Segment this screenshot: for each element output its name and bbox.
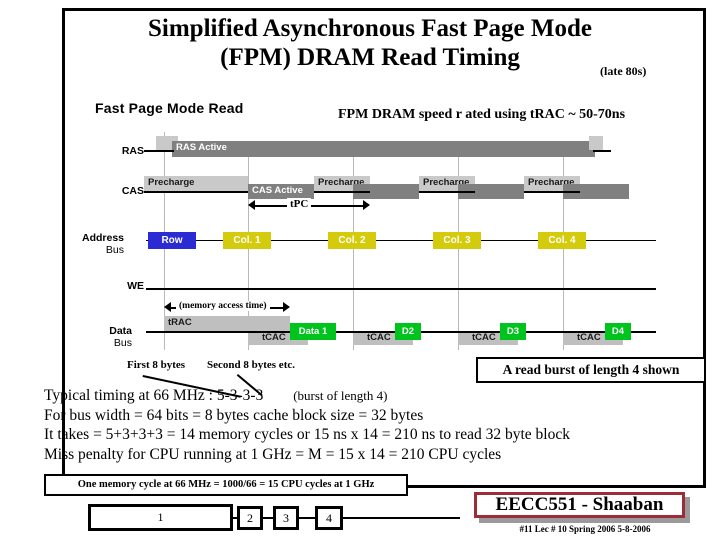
ras-signal-line — [144, 150, 174, 152]
slide-page: Simplified Asynchronous Fast Page Mode (… — [0, 0, 720, 540]
read-burst-callout: A read burst of length 4 shown — [476, 357, 706, 383]
annotation-first-8-bytes: First 8 bytes — [127, 359, 186, 371]
ras-end-step — [589, 136, 603, 150]
cas-signal-line-2 — [314, 191, 370, 193]
ras-signal-line-end — [593, 150, 611, 152]
trac-bar: tRAC — [164, 316, 290, 332]
memory-access-time-label: (memory access time) — [176, 301, 270, 311]
row-label-text: Address — [81, 232, 124, 244]
cas-signal-line — [144, 191, 248, 193]
title-line-2: (FPM) DRAM Read Timing — [220, 44, 520, 71]
cas-signal-line-4 — [524, 191, 580, 193]
row-label-we: WE — [82, 280, 144, 292]
row-label-text: RAS — [121, 145, 144, 157]
body-line-1-main: Typical timing at 66 MHz : 5-3-3-3 — [44, 387, 264, 404]
body-line-1: Typical timing at 66 MHz : 5-3-3-3 (burs… — [44, 386, 704, 406]
body-line-3: It takes = 5+3+3+3 = 14 memory cycles or… — [44, 426, 570, 443]
address-box-col2: Col. 2 — [328, 232, 376, 249]
arrow-head-right — [363, 200, 370, 210]
data-box-4: D4 — [605, 323, 631, 340]
speed-note: FPM DRAM speed r ated using tRAC ~ 50-70… — [338, 107, 626, 122]
row-label-ras: RAS — [82, 145, 144, 157]
timing-diagram: RAS RAS Active CAS Precharge CAS Active … — [62, 128, 706, 360]
body-line-4: Miss penalty for CPU running at 1 GHz = … — [44, 445, 502, 463]
body-text: Typical timing at 66 MHz : 5-3-3-3 (burs… — [44, 386, 704, 464]
signature-text: EECC551 - Shaaban — [474, 492, 685, 518]
cas-signal-line-3 — [419, 191, 475, 193]
diagram-heading: Fast Page Mode Read — [95, 100, 244, 116]
address-box-col4: Col. 4 — [538, 232, 586, 249]
row-label-text: Data — [109, 325, 132, 337]
nav-box-4[interactable]: 4 — [315, 506, 343, 530]
page-title: Simplified Asynchronous Fast Page Mode (… — [70, 14, 670, 72]
row-label-text-2: Bus — [113, 337, 132, 349]
nav-box-2[interactable]: 2 — [237, 506, 263, 530]
body-line-2: For bus width = 64 bits = 8 bytes cache … — [44, 406, 424, 424]
address-box-row: Row — [148, 232, 196, 249]
slide-footer: #11 Lec # 10 Spring 2006 5-8-2006 — [519, 524, 651, 534]
row-label-address-bus: Address Bus — [62, 232, 124, 256]
data-box-2: D2 — [395, 323, 421, 340]
data-box-3: D3 — [500, 323, 526, 340]
ras-active-bar: RAS Active — [172, 141, 595, 157]
cas-precharge-bar-1: Precharge — [144, 176, 248, 191]
row-label-text: CAS — [121, 185, 144, 197]
body-line-1-note: (burst of length 4) — [293, 388, 388, 403]
nav-box-1[interactable]: 1 — [88, 504, 233, 531]
address-box-col3: Col. 3 — [433, 232, 481, 249]
row-label-text-2: Bus — [105, 244, 124, 256]
signature-badge: EECC551 - Shaaban — [474, 492, 690, 523]
title-note: (late 80s) — [600, 64, 647, 78]
data-box-1: Data 1 — [290, 323, 336, 340]
row-label-text: WE — [127, 280, 144, 292]
title-line-1: Simplified Asynchronous Fast Page Mode — [147, 15, 593, 42]
row-label-data-bus: Data Bus — [70, 325, 132, 349]
annotation-second-8-bytes: Second 8 bytes etc. — [207, 359, 295, 371]
memory-cycle-box: One memory cycle at 66 MHz = 1000/66 = 1… — [44, 474, 408, 496]
nav-box-3[interactable]: 3 — [273, 506, 299, 530]
cas-active-bar: CAS Active — [248, 184, 314, 199]
address-box-col1: Col. 1 — [223, 232, 271, 249]
tpc-label: tPC — [287, 198, 312, 210]
row-label-cas: CAS — [82, 185, 144, 197]
we-signal-line — [146, 288, 656, 290]
arrow-head-right — [283, 302, 290, 312]
